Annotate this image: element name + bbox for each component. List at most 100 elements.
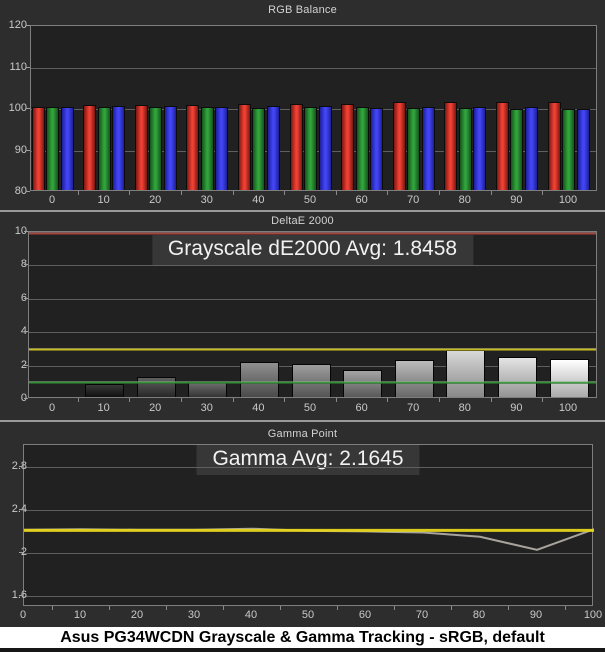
x-axis-tick — [222, 606, 224, 610]
y-axis-tick — [24, 264, 28, 266]
red-bar — [547, 102, 561, 190]
y-axis-tick — [19, 552, 23, 553]
caption-text: Asus PG34WCDN Grayscale & Gamma Tracking… — [60, 629, 545, 646]
x-axis-label: 40 — [244, 609, 258, 621]
deltae-bar — [446, 350, 486, 397]
x-axis-label: 90 — [510, 194, 523, 206]
x-axis-label: 70 — [415, 609, 429, 621]
deltae-bar — [394, 360, 434, 397]
green-bar — [562, 108, 575, 190]
green-bar — [46, 106, 59, 190]
x-axis-label: 100 — [558, 194, 578, 206]
x-axis-label: 50 — [303, 402, 317, 414]
blue-bar — [112, 106, 126, 190]
x-axis-label: 80 — [458, 402, 471, 414]
green-bar — [510, 108, 524, 190]
blue-bar — [318, 106, 332, 190]
y-axis-label: 120 — [8, 19, 27, 31]
x-axis-tick — [335, 191, 337, 195]
y-axis-label: 2.8 — [11, 459, 27, 472]
green-bar — [97, 107, 111, 190]
x-axis-tick — [181, 191, 182, 195]
caption-bar: Asus PG34WCDN Grayscale & Gamma Tracking… — [0, 627, 605, 652]
red-bar — [289, 103, 303, 190]
gridline — [24, 509, 592, 511]
gridline — [24, 466, 592, 468]
y-axis-tick — [19, 595, 23, 597]
red-bar — [31, 106, 45, 190]
x-axis-label: 80 — [472, 609, 486, 621]
x-axis-tick — [393, 606, 395, 610]
y-axis-tick — [24, 331, 28, 333]
gridline — [31, 67, 596, 69]
x-axis-tick — [129, 398, 131, 402]
x-axis-label: 0 — [48, 194, 56, 206]
chart-title: Gamma Point — [267, 428, 338, 440]
deltae-bar — [85, 383, 125, 397]
y-axis-label: 110 — [9, 60, 27, 73]
gridline — [29, 332, 596, 334]
x-axis-tick — [165, 606, 167, 610]
x-axis-tick — [129, 191, 131, 195]
x-axis-label: 50 — [303, 194, 317, 206]
calibration-report: RGB Balance 120 110 100 90 80 0 10 20 30 40 50 60 70… — [0, 0, 605, 652]
red-bar — [237, 103, 251, 190]
x-axis-tick — [77, 191, 79, 195]
blue-bar — [266, 106, 280, 190]
x-axis-tick — [181, 398, 182, 402]
green-bar — [200, 107, 214, 190]
x-axis-tick — [564, 606, 566, 610]
x-axis-tick — [336, 606, 338, 610]
gamma-plot-area: Gamma Avg: 2.1645 — [23, 444, 594, 606]
red-bar — [83, 105, 97, 190]
rgb-balance-plot-area — [30, 25, 597, 191]
green-bar — [458, 108, 472, 190]
y-axis-tick — [24, 297, 28, 299]
chart-title: RGB Balance — [268, 4, 337, 16]
gridline — [29, 265, 596, 267]
good-reference-line — [29, 381, 596, 385]
deltae-bar — [549, 359, 589, 397]
x-axis-tick — [490, 398, 492, 402]
y-axis-tick — [19, 508, 23, 510]
x-axis-label: 0 — [19, 609, 27, 621]
green-bar — [149, 107, 163, 190]
x-axis-tick — [387, 191, 389, 195]
red-bar — [134, 104, 148, 190]
x-axis-label: 10 — [97, 402, 110, 414]
blue-bar — [524, 107, 538, 190]
red-bar — [495, 102, 509, 190]
x-axis-label: 20 — [130, 609, 144, 621]
y-axis-tick — [24, 231, 28, 232]
deltae-bar — [239, 361, 279, 397]
y-axis-tick — [26, 191, 30, 192]
x-axis-label: 90 — [529, 609, 543, 621]
x-axis-tick — [279, 606, 281, 610]
blue-bar — [421, 107, 435, 190]
green-bar — [355, 107, 369, 190]
deltae-chart: DeltaE 2000 Grayscale dE2000 Avg: 1.8458… — [0, 212, 605, 422]
blue-bar — [473, 107, 487, 190]
x-axis-label: 90 — [510, 402, 523, 414]
x-axis-tick — [284, 191, 286, 195]
deltae-plot-area: Grayscale dE2000 Avg: 1.8458 — [28, 231, 597, 398]
y-axis-label: 80 — [14, 185, 27, 197]
y-axis-label: 1.6 — [11, 589, 27, 602]
y-axis-tick — [24, 398, 28, 399]
gridline — [29, 298, 596, 300]
green-bar — [407, 108, 421, 190]
gridline — [24, 553, 592, 554]
red-bar — [392, 102, 406, 190]
gridline — [24, 596, 592, 598]
x-axis-tick — [507, 606, 509, 610]
x-axis-tick — [450, 606, 452, 610]
y-axis-label: 90 — [14, 143, 27, 156]
x-axis-tick — [232, 398, 234, 402]
y-axis-tick — [26, 66, 30, 68]
deltae-bar — [497, 356, 537, 397]
green-bar — [252, 108, 266, 190]
red-bar — [341, 103, 355, 190]
x-axis-label: 10 — [97, 194, 110, 206]
x-axis-label: 60 — [358, 609, 372, 621]
x-axis-tick — [439, 398, 440, 402]
